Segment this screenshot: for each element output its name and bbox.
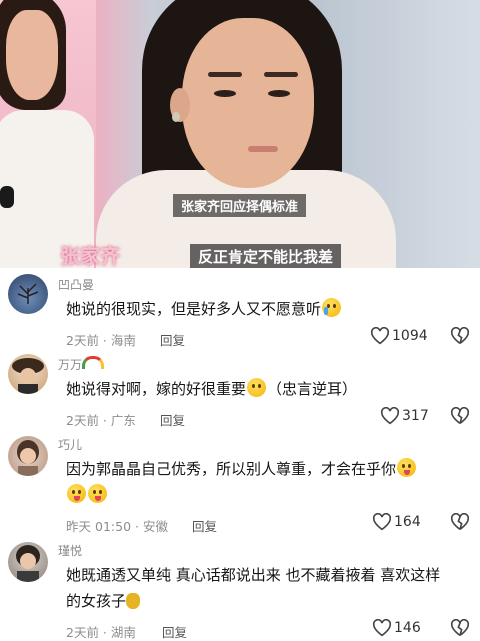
- heart-icon: [370, 327, 390, 345]
- comment-location: 广东: [110, 413, 136, 428]
- comment-meta: 2天前 · 海南: [66, 333, 136, 348]
- comment-location: 海南: [110, 333, 136, 348]
- reply-button[interactable]: 回复: [162, 622, 187, 641]
- girl-with-hat-icon: [12, 358, 44, 394]
- comment-time: 2天前: [66, 413, 99, 428]
- comment-meta: 2天前 · 湖南: [66, 625, 136, 640]
- comment-meta: 昨天 01:50 · 安徽: [66, 519, 168, 534]
- rainbow-emoji: [82, 356, 105, 369]
- microphone: [0, 186, 14, 208]
- broken-heart-icon: [450, 513, 470, 531]
- video-name-tag: 张家齐: [60, 244, 120, 268]
- guest-mouth: [248, 146, 278, 152]
- guest-brow-left: [208, 72, 242, 77]
- heart-icon: [372, 513, 392, 531]
- username[interactable]: 瑾悦: [58, 542, 82, 559]
- like-button[interactable]: 146: [372, 619, 421, 637]
- dislike-button[interactable]: [450, 513, 470, 531]
- avatar[interactable]: [8, 274, 48, 314]
- comment-item: 凹凸曼 她说的很现实，但是好多人又不愿意听 2天前 · 海南 回复 1094: [0, 268, 480, 354]
- dislike-button[interactable]: [450, 619, 470, 637]
- avatar[interactable]: [8, 354, 48, 394]
- comment-suffix: （忠言逆耳）: [267, 380, 358, 398]
- reply-button[interactable]: 回复: [160, 330, 185, 349]
- girl-portrait-icon: [17, 440, 39, 476]
- video-subtitle: 反正肯定不能比我差: [190, 244, 342, 268]
- like-count: 146: [394, 620, 421, 636]
- girl-portrait-icon: [16, 545, 40, 582]
- guest-face: [182, 18, 314, 188]
- username[interactable]: 万万: [58, 356, 105, 373]
- video-frame[interactable]: 张家齐回应择偶标准 张家齐 反正肯定不能比我差: [0, 0, 480, 268]
- guest-brow-right: [264, 72, 298, 77]
- broken-heart-icon: [450, 619, 470, 637]
- username[interactable]: 巧儿: [58, 436, 82, 453]
- comment-item: 万万 她说得对啊，嫁的好很重要 （忠言逆耳） 2天前 · 广东 回复 317: [0, 348, 480, 432]
- comment-text: 她既通透又单纯 真心话都说出来 也不藏着掖着 喜欢这样 的女孩子: [66, 562, 470, 614]
- username-text: 万万: [58, 358, 83, 372]
- comment-text: 她说的很现实，但是好多人又不愿意听: [66, 296, 470, 322]
- wink-tongue-emoji: [67, 484, 86, 503]
- wink-tongue-emoji: [88, 484, 107, 503]
- comment-meta: 2天前 · 广东: [66, 413, 136, 428]
- tree-silhouette-icon: [17, 283, 39, 304]
- broken-heart-icon: [450, 407, 470, 425]
- broken-heart-icon: [450, 327, 470, 345]
- cry-laugh-emoji: [322, 298, 342, 317]
- host-panel: [0, 0, 96, 268]
- like-button[interactable]: 317: [380, 407, 429, 425]
- comment-location: 安徽: [142, 519, 168, 534]
- video-caption-topic: 张家齐回应择偶标准: [173, 194, 307, 217]
- comment-item: 瑾悦 她既通透又单纯 真心话都说出来 也不藏着掖着 喜欢这样 的女孩子 2天前 …: [0, 540, 480, 640]
- reply-button[interactable]: 回复: [192, 516, 217, 535]
- comment-location: 湖南: [110, 625, 136, 640]
- comment-body: 因为郭晶晶自己优秀，所以别人尊重，才会在乎你: [66, 460, 397, 478]
- avatar[interactable]: [8, 542, 48, 582]
- like-count: 317: [402, 408, 429, 424]
- guest-earring: [172, 112, 180, 122]
- guest-eye-right: [268, 90, 290, 97]
- comment-body-line1: 她既通透又单纯 真心话都说出来 也不藏着掖着 喜欢这样: [66, 566, 441, 584]
- avatar[interactable]: [8, 436, 48, 476]
- comment-text: 因为郭晶晶自己优秀，所以别人尊重，才会在乎你: [66, 456, 470, 508]
- guest-person: [96, 0, 396, 268]
- dislike-button[interactable]: [450, 327, 470, 345]
- comment-item: 巧儿 因为郭晶晶自己优秀，所以别人尊重，才会在乎你 昨天 01:50 · 安徽 …: [0, 432, 480, 540]
- money-bag-emoji: [126, 593, 141, 609]
- comment-time: 2天前: [66, 333, 99, 348]
- like-count: 164: [394, 514, 421, 530]
- reply-button[interactable]: 回复: [160, 410, 185, 429]
- heart-icon: [380, 407, 400, 425]
- comment-body: 她说得对啊，嫁的好很重要: [66, 380, 247, 398]
- comment-time: 2天前: [66, 625, 99, 640]
- comment-clock: 01:50: [95, 519, 132, 534]
- heart-icon: [372, 619, 392, 637]
- smirk-emoji: [247, 378, 267, 397]
- like-button[interactable]: 164: [372, 513, 421, 531]
- wink-tongue-emoji: [397, 458, 417, 477]
- comment-body: 她说的很现实，但是好多人又不愿意听: [66, 300, 322, 318]
- like-count: 1094: [392, 328, 428, 344]
- username[interactable]: 凹凸曼: [58, 276, 94, 293]
- comment-body-line2: 的女孩子: [66, 592, 127, 610]
- dislike-button[interactable]: [450, 407, 470, 425]
- guest-eye-left: [214, 90, 236, 97]
- comment-time: 昨天: [66, 519, 92, 534]
- comment-text: 她说得对啊，嫁的好很重要 （忠言逆耳）: [66, 376, 470, 402]
- like-button[interactable]: 1094: [370, 327, 428, 345]
- host-face: [6, 10, 58, 100]
